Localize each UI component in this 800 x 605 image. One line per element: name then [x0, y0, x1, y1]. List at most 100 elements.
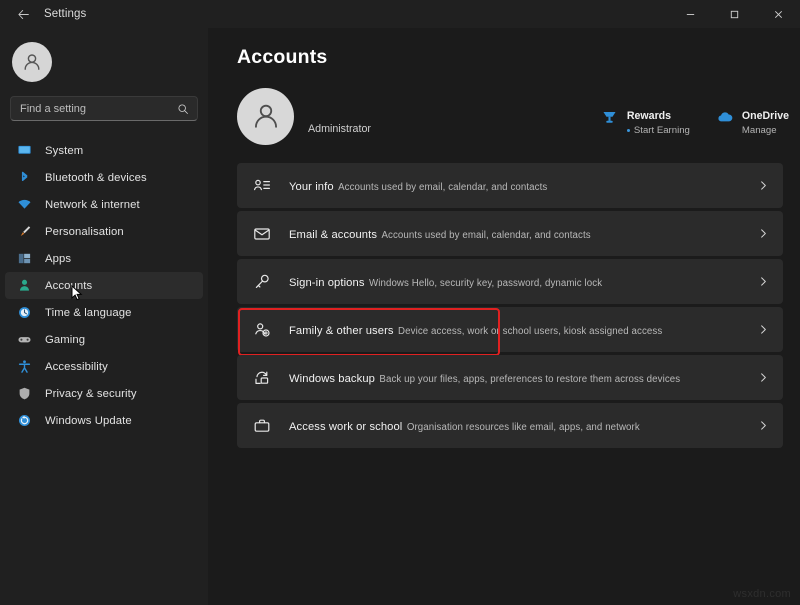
- briefcase-icon: [251, 417, 273, 435]
- settings-row-text: Your info Accounts used by email, calend…: [289, 177, 758, 195]
- row-subtitle: Accounts used by email, calendar, and co…: [381, 230, 590, 241]
- window-body: System Bluetooth & devices: [0, 28, 800, 605]
- monitor-icon: [16, 143, 32, 159]
- chevron-right-icon: [758, 276, 769, 287]
- sidebar-item-label: Accounts: [45, 280, 92, 292]
- settings-list: Your info Accounts used by email, calend…: [237, 163, 783, 448]
- apps-grid-icon: [16, 251, 32, 267]
- settings-row-text: Email & accounts Accounts used by email,…: [289, 225, 758, 243]
- maximize-button[interactable]: [712, 0, 756, 28]
- header-links: Rewards Start Earning: [601, 106, 789, 137]
- user-avatar-icon: [249, 99, 283, 133]
- sidebar-item-gaming[interactable]: Gaming: [5, 326, 203, 353]
- back-button[interactable]: [8, 2, 38, 26]
- gamepad-icon: [16, 332, 32, 348]
- user-avatar-icon: [20, 50, 44, 74]
- sidebar-item-label: Bluetooth & devices: [45, 172, 147, 184]
- row-title: Sign-in options: [289, 277, 365, 289]
- chevron-right-icon: [758, 180, 769, 191]
- sidebar-item-label: Time & language: [45, 307, 132, 319]
- row-subtitle: Device access, work or school users, kio…: [398, 326, 662, 337]
- sidebar-item-label: Gaming: [45, 334, 85, 346]
- sidebar-item-windows-update[interactable]: Windows Update: [5, 407, 203, 434]
- bluetooth-icon: [16, 170, 32, 186]
- onedrive-link[interactable]: OneDrive Manage: [716, 106, 789, 137]
- chevron-right-icon: [758, 372, 769, 383]
- maximize-icon: [729, 9, 740, 20]
- key-icon: [251, 273, 273, 291]
- avatar: [12, 42, 52, 82]
- settings-row-your-info[interactable]: Your info Accounts used by email, calend…: [237, 163, 783, 208]
- sidebar-item-label: Privacy & security: [45, 388, 137, 400]
- settings-row-email-accounts[interactable]: Email & accounts Accounts used by email,…: [237, 211, 783, 256]
- sidebar-item-label: Apps: [45, 253, 71, 265]
- sidebar-nav: System Bluetooth & devices: [0, 137, 208, 434]
- row-title: Access work or school: [289, 421, 402, 433]
- search-icon: [177, 103, 189, 115]
- onedrive-title: OneDrive: [742, 110, 789, 122]
- settings-row-family-other-users[interactable]: Family & other users Device access, work…: [237, 307, 783, 352]
- search-container: [0, 82, 208, 129]
- sidebar-item-label: Accessibility: [45, 361, 108, 373]
- row-subtitle: Windows Hello, security key, password, d…: [369, 278, 602, 289]
- sidebar-item-apps[interactable]: Apps: [5, 245, 203, 272]
- row-subtitle: Accounts used by email, calendar, and co…: [338, 182, 547, 193]
- onedrive-cloud-icon: [716, 108, 734, 126]
- search-box[interactable]: [10, 96, 198, 121]
- sidebar-item-personalisation[interactable]: Personalisation: [5, 218, 203, 245]
- sidebar-item-label: Personalisation: [45, 226, 124, 238]
- window-controls: [668, 0, 800, 28]
- search-input[interactable]: [20, 103, 171, 115]
- back-arrow-icon: [17, 8, 30, 21]
- person-list-icon: [251, 177, 273, 195]
- sidebar-item-system[interactable]: System: [5, 137, 203, 164]
- minimize-icon: [685, 9, 696, 20]
- rewards-link[interactable]: Rewards Start Earning: [601, 106, 690, 137]
- sidebar-profile[interactable]: [0, 32, 208, 82]
- row-title: Email & accounts: [289, 229, 377, 241]
- shield-icon: [16, 386, 32, 402]
- sidebar-item-label: Windows Update: [45, 415, 132, 427]
- row-title: Windows backup: [289, 373, 375, 385]
- rewards-subtitle: Start Earning: [627, 124, 690, 137]
- settings-row-text: Windows backup Back up your files, apps,…: [289, 369, 758, 387]
- close-icon: [773, 9, 784, 20]
- sidebar-item-label: Network & internet: [45, 199, 140, 211]
- chevron-right-icon: [758, 228, 769, 239]
- close-button[interactable]: [756, 0, 800, 28]
- account-name: Administrator: [308, 123, 371, 147]
- sidebar-item-privacy-security[interactable]: Privacy & security: [5, 380, 203, 407]
- sidebar: System Bluetooth & devices: [0, 28, 208, 605]
- sidebar-item-label: System: [45, 145, 83, 157]
- watermark: wsxdn.com: [733, 588, 791, 600]
- row-title: Your info: [289, 181, 334, 193]
- sidebar-item-time-language[interactable]: Time & language: [5, 299, 203, 326]
- sidebar-item-bluetooth-devices[interactable]: Bluetooth & devices: [5, 164, 203, 191]
- envelope-icon: [251, 225, 273, 243]
- sidebar-item-network-internet[interactable]: Network & internet: [5, 191, 203, 218]
- accessibility-icon: [16, 359, 32, 375]
- settings-row-text: Sign-in options Windows Hello, security …: [289, 273, 758, 291]
- settings-row-access-work-school[interactable]: Access work or school Organisation resou…: [237, 403, 783, 448]
- sidebar-item-accounts[interactable]: Accounts: [5, 272, 203, 299]
- status-dot-icon: [627, 129, 630, 132]
- avatar: [237, 88, 294, 145]
- backup-sync-icon: [251, 369, 273, 387]
- window-title: Settings: [44, 8, 86, 20]
- wifi-icon: [16, 197, 32, 213]
- chevron-right-icon: [758, 420, 769, 431]
- settings-row-sign-in-options[interactable]: Sign-in options Windows Hello, security …: [237, 259, 783, 304]
- settings-row-text: Family & other users Device access, work…: [289, 321, 758, 339]
- minimize-button[interactable]: [668, 0, 712, 28]
- row-title: Family & other users: [289, 325, 394, 337]
- chevron-right-icon: [758, 324, 769, 335]
- rewards-title: Rewards: [627, 110, 671, 122]
- clock-icon: [16, 305, 32, 321]
- sidebar-item-accessibility[interactable]: Accessibility: [5, 353, 203, 380]
- update-icon: [16, 413, 32, 429]
- paintbrush-icon: [16, 224, 32, 240]
- settings-row-windows-backup[interactable]: Windows backup Back up your files, apps,…: [237, 355, 783, 400]
- row-subtitle: Back up your files, apps, preferences to…: [379, 374, 680, 385]
- main-content: Accounts Administrator: [208, 28, 800, 605]
- person-icon: [16, 278, 32, 294]
